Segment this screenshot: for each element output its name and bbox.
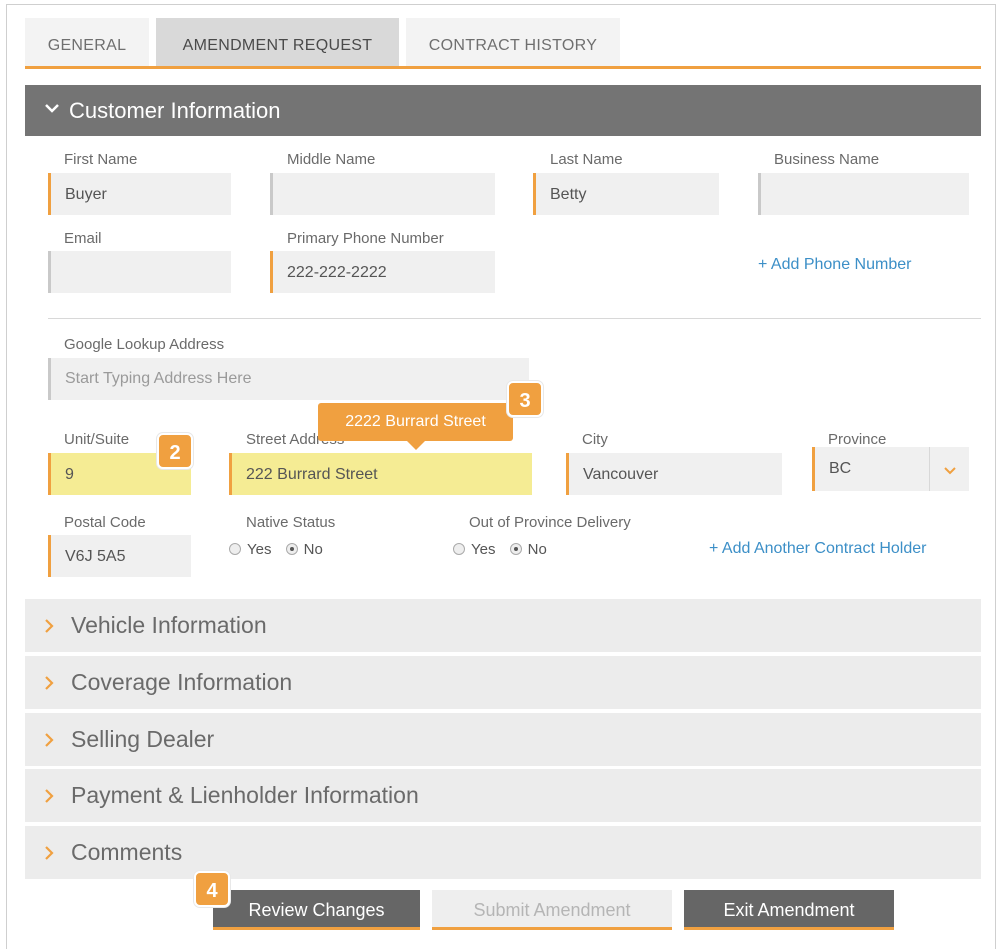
chevron-right-icon — [45, 601, 71, 654]
radio-icon[interactable] — [453, 543, 465, 555]
accordion-label: Coverage Information — [71, 669, 293, 695]
accordion-label: Vehicle Information — [71, 612, 267, 638]
unit-suite-label: Unit/Suite — [64, 431, 130, 448]
tab-underline — [25, 66, 981, 69]
out-of-province-radios: Yes No — [453, 541, 557, 558]
first-name-label: First Name — [64, 151, 138, 168]
business-name-field[interactable] — [758, 173, 969, 215]
google-lookup-placeholder: Start Typing Address Here — [65, 370, 252, 387]
radio-no-label: No — [527, 541, 547, 558]
chevron-right-icon — [45, 828, 71, 881]
business-name-label: Business Name — [774, 151, 880, 168]
divider — [48, 318, 981, 319]
accordion-comments[interactable]: Comments — [25, 826, 981, 879]
address-tooltip: 2222 Burrard Street — [318, 403, 513, 450]
province-value: BC — [829, 460, 852, 477]
chevron-right-icon — [45, 771, 71, 824]
out-of-province-label: Out of Province Delivery — [469, 514, 631, 531]
email-field[interactable] — [48, 251, 231, 293]
radio-yes-label: Yes — [471, 541, 496, 558]
accordion-selling-dealer[interactable]: Selling Dealer — [25, 713, 981, 766]
street-address-field[interactable]: 222 Burrard Street — [229, 453, 532, 495]
step-badge-3: 3 — [507, 381, 543, 417]
accordion-label: Comments — [71, 839, 183, 865]
province-label: Province — [828, 431, 887, 448]
tab-contract-history[interactable]: CONTRACT HISTORY — [406, 18, 620, 66]
middle-name-label: Middle Name — [287, 151, 376, 168]
last-name-label: Last Name — [550, 151, 623, 168]
exit-amendment-button[interactable]: Exit Amendment — [684, 890, 894, 930]
google-lookup-label: Google Lookup Address — [64, 336, 225, 353]
radio-yes-label: Yes — [247, 541, 272, 558]
customer-information-header[interactable]: Customer Information — [25, 85, 981, 136]
chevron-down-icon — [45, 84, 69, 135]
radio-icon[interactable] — [229, 543, 241, 555]
accordion-label: Selling Dealer — [71, 726, 215, 752]
google-lookup-input[interactable]: Start Typing Address Here — [48, 358, 529, 400]
email-label: Email — [64, 230, 102, 247]
step-badge-2: 2 — [157, 433, 193, 469]
tab-general[interactable]: GENERAL — [25, 18, 149, 66]
chevron-down-icon — [943, 462, 956, 478]
native-status-yes[interactable]: Yes — [229, 541, 271, 558]
out-of-province-no[interactable]: No — [509, 541, 547, 558]
native-status-no[interactable]: No — [285, 541, 323, 558]
submit-amendment-button[interactable]: Submit Amendment — [432, 890, 672, 930]
city-label: City — [582, 431, 608, 448]
add-contract-holder-link[interactable]: + Add Another Contract Holder — [709, 540, 926, 558]
province-dropdown-button[interactable] — [929, 447, 969, 491]
accordion-label: Payment & Lienholder Information — [71, 782, 419, 808]
first-name-field[interactable]: Buyer — [48, 173, 231, 215]
postal-code-label: Postal Code — [64, 514, 146, 531]
out-of-province-yes[interactable]: Yes — [453, 541, 495, 558]
accordion-coverage-information[interactable]: Coverage Information — [25, 656, 981, 709]
city-field[interactable]: Vancouver — [566, 453, 782, 495]
primary-phone-field[interactable]: 222-222-2222 — [270, 251, 495, 293]
accordion-vehicle-information[interactable]: Vehicle Information — [25, 599, 981, 652]
accordion-payment-lienholder[interactable]: Payment & Lienholder Information — [25, 769, 981, 822]
radio-selected-icon[interactable] — [285, 543, 298, 555]
radio-no-label: No — [303, 541, 323, 558]
native-status-label: Native Status — [246, 514, 336, 531]
middle-name-field[interactable] — [270, 173, 495, 215]
native-status-radios: Yes No — [229, 541, 333, 558]
postal-code-field[interactable]: V6J 5A5 — [48, 535, 191, 577]
radio-selected-icon[interactable] — [509, 543, 522, 555]
tab-amendment-request[interactable]: AMENDMENT REQUEST — [156, 18, 399, 66]
review-changes-button[interactable]: Review Changes — [213, 890, 420, 930]
add-phone-number-link[interactable]: + Add Phone Number — [758, 256, 911, 274]
chevron-right-icon — [45, 658, 71, 711]
chevron-right-icon — [45, 715, 71, 768]
primary-phone-label: Primary Phone Number — [287, 230, 444, 247]
section-title: Customer Information — [69, 98, 281, 123]
step-badge-4: 4 — [194, 871, 230, 907]
last-name-field[interactable]: Betty — [533, 173, 719, 215]
